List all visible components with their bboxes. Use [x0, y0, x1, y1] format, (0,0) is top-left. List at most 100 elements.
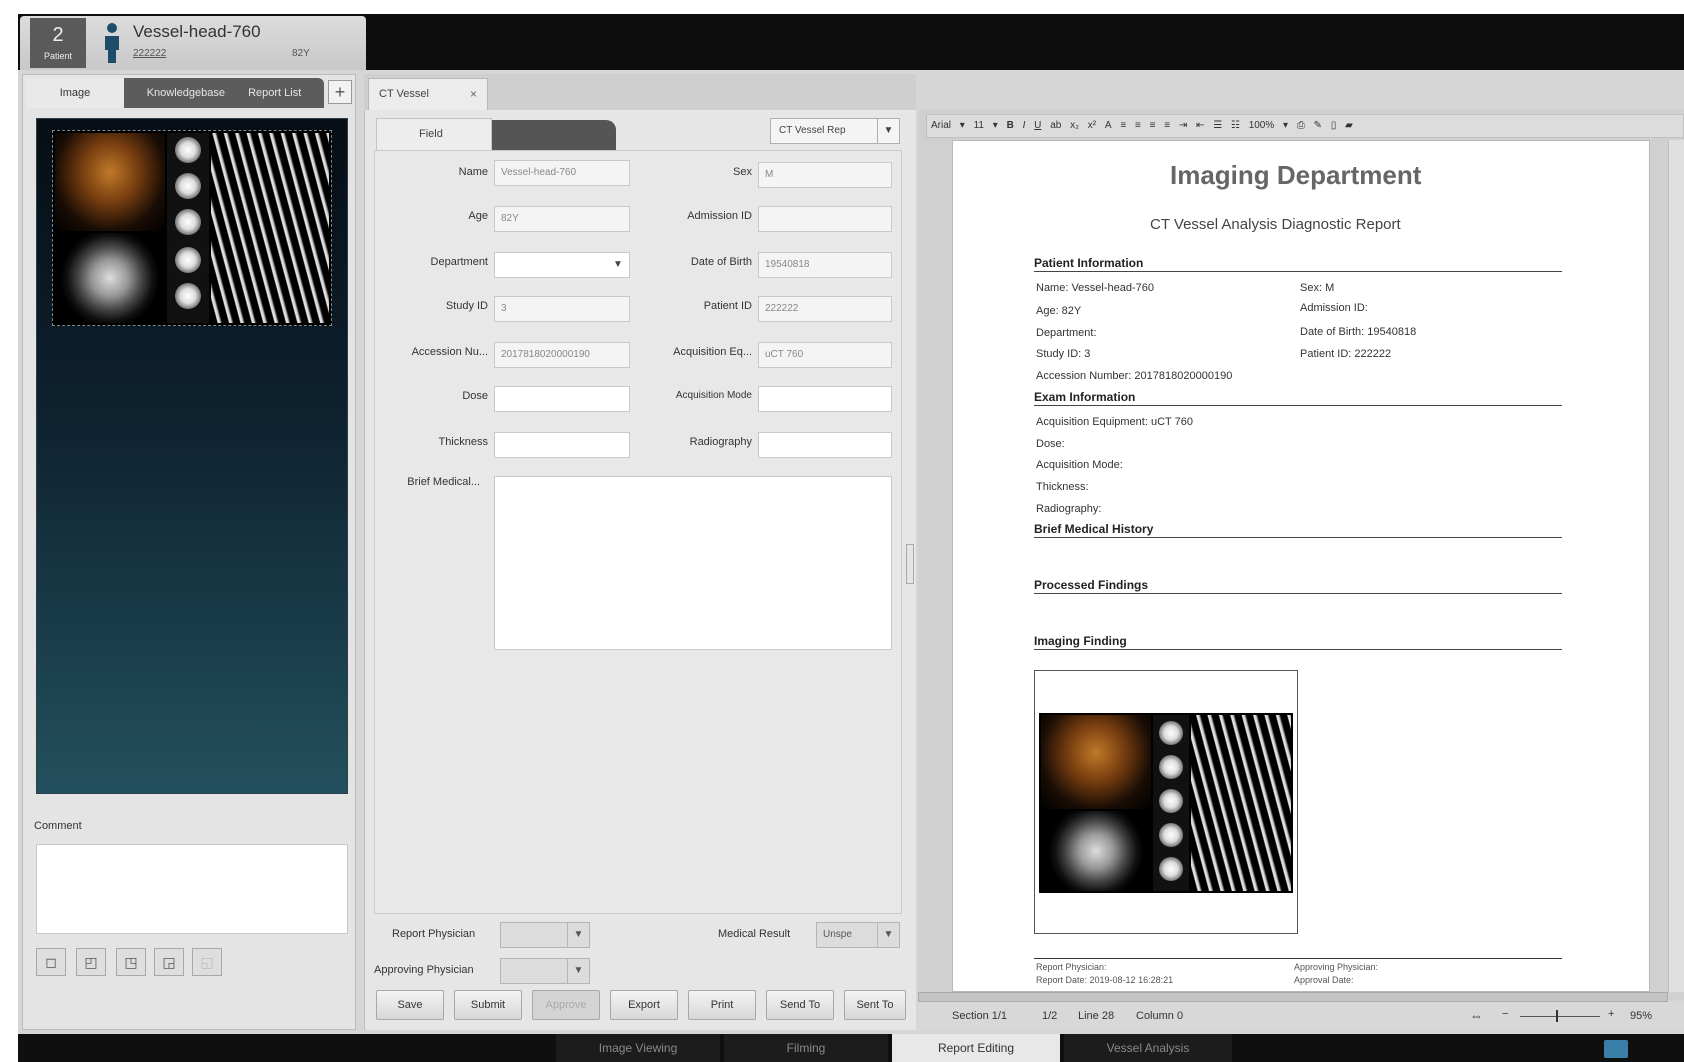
report-line: Thickness:	[1036, 481, 1089, 493]
sent-to-button[interactable]: Sent To	[844, 990, 906, 1020]
image-thumbnail[interactable]	[52, 130, 332, 326]
curved-reformat-image	[1191, 715, 1291, 891]
chevron-down-icon[interactable]: ▾	[993, 115, 998, 137]
align-right-icon[interactable]: ≡	[1150, 115, 1156, 137]
folder-icon[interactable]: ▰	[1345, 115, 1353, 137]
chevron-down-icon: ▼	[877, 923, 899, 947]
tab-knowledgebase[interactable]: Knowledgebase	[147, 78, 225, 108]
radiography-field[interactable]	[758, 432, 892, 458]
fit-width-icon[interactable]: ⇔	[1470, 1008, 1483, 1023]
underline-icon[interactable]: U	[1034, 115, 1041, 137]
tab-secondary[interactable]	[492, 120, 616, 150]
bullet-list-icon[interactable]: ☰	[1213, 115, 1222, 137]
admission-id-field[interactable]	[758, 206, 892, 232]
layout-3-icon[interactable]: ◳	[116, 948, 146, 976]
date-of-birth-field[interactable]: 19540818	[758, 252, 892, 278]
monitor-icon[interactable]	[1604, 1040, 1628, 1058]
bold-icon[interactable]: B	[1007, 115, 1014, 137]
report-line: Acquisition Equipment: uCT 760	[1036, 416, 1193, 428]
zoom-out-icon[interactable]: −	[1502, 1008, 1508, 1020]
numbered-list-icon[interactable]: ☷	[1231, 115, 1240, 137]
chevron-down-icon[interactable]: ▾	[1283, 115, 1288, 137]
acquisition-equipment-label: Acquisition Eq...	[673, 346, 752, 358]
font-select[interactable]: Arial	[931, 115, 951, 137]
brief-history-textarea[interactable]	[494, 476, 892, 650]
dose-field[interactable]	[494, 386, 630, 412]
justify-icon[interactable]: ≡	[1164, 115, 1170, 137]
report-physician-select[interactable]: ▼	[500, 922, 590, 948]
export-button[interactable]: Export	[610, 990, 678, 1020]
report-image[interactable]	[1034, 670, 1298, 934]
report-line: Sex: M	[1300, 282, 1335, 294]
submit-button[interactable]: Submit	[454, 990, 522, 1020]
section-imaging-finding: Imaging Finding	[1034, 634, 1562, 650]
print-icon[interactable]: ⎙	[1297, 115, 1305, 137]
italic-icon[interactable]: I	[1023, 115, 1026, 137]
tab-filming[interactable]: Filming	[724, 1034, 888, 1062]
tab-image[interactable]: Image	[26, 78, 124, 108]
study-id-field[interactable]: 3	[494, 296, 630, 322]
print-button[interactable]: Print	[688, 990, 756, 1020]
patient-count-label: Patient	[43, 51, 73, 61]
radiography-label: Radiography	[689, 436, 752, 448]
tab-vessel-analysis[interactable]: Vessel Analysis	[1064, 1034, 1232, 1062]
font-size-select[interactable]: 11	[974, 115, 984, 137]
acquisition-mode-field[interactable]	[758, 386, 892, 412]
font-color-icon[interactable]: A	[1105, 115, 1112, 137]
tab-image-viewing[interactable]: Image Viewing	[556, 1034, 720, 1062]
superscript-icon[interactable]: x²	[1088, 115, 1096, 137]
report-line: Date of Birth: 19540818	[1300, 326, 1417, 338]
tab-report-editing[interactable]: Report Editing	[892, 1034, 1060, 1062]
cross-section-strip	[167, 133, 209, 323]
report-line: Dose:	[1036, 438, 1065, 450]
name-field[interactable]: Vessel-head-760	[494, 160, 630, 186]
panel-splitter[interactable]	[906, 544, 914, 584]
subscript-icon[interactable]: x₂	[1070, 115, 1079, 137]
send-to-button[interactable]: Send To	[766, 990, 834, 1020]
tab-field[interactable]: Field	[376, 118, 492, 150]
strikethrough-icon[interactable]: ab	[1050, 115, 1061, 137]
outdent-icon[interactable]: ⇤	[1196, 115, 1204, 137]
zoom-select[interactable]: 100%	[1249, 115, 1275, 137]
align-center-icon[interactable]: ≡	[1135, 115, 1141, 137]
pen-icon[interactable]: ✎	[1314, 115, 1322, 137]
thickness-field[interactable]	[494, 432, 630, 458]
accession-number-field[interactable]: 2017818020000190	[494, 342, 630, 368]
vertical-scrollbar[interactable]	[1668, 140, 1684, 992]
horizontal-scrollbar[interactable]	[918, 992, 1668, 1002]
acquisition-equipment-field[interactable]: uCT 760	[758, 342, 892, 368]
layout-2-icon[interactable]: ◰	[76, 948, 106, 976]
tab-report-list[interactable]: Report List	[248, 78, 301, 108]
patient-id-field[interactable]: 222222	[758, 296, 892, 322]
status-section: Section 1/1	[952, 1010, 1008, 1022]
template-select[interactable]: CT Vessel Rep ▼	[770, 118, 900, 144]
date-of-birth-label: Date of Birth	[690, 256, 752, 268]
chevron-down-icon[interactable]: ▾	[960, 115, 965, 137]
comment-textarea[interactable]	[36, 844, 348, 934]
sex-field[interactable]: M	[758, 162, 892, 188]
layout-1-icon[interactable]: ◻	[36, 948, 66, 976]
section-exam-info: Exam Information	[1034, 390, 1562, 406]
close-icon[interactable]: ×	[470, 79, 477, 109]
add-tab-button[interactable]: +	[328, 80, 352, 104]
layout-4-icon[interactable]: ◲	[154, 948, 184, 976]
layout-5-icon[interactable]: ◱	[192, 948, 222, 976]
zoom-slider[interactable]	[1520, 1016, 1600, 1017]
approve-button[interactable]: Approve	[532, 990, 600, 1020]
age-field[interactable]: 82Y	[494, 206, 630, 232]
zoom-slider-thumb[interactable]	[1556, 1010, 1558, 1022]
medical-result-select[interactable]: Unspe ▼	[816, 922, 900, 948]
page-icon[interactable]: ▯	[1331, 115, 1337, 137]
approving-physician-select[interactable]: ▼	[500, 958, 590, 984]
editor-status-bar: Section 1/1 1/2 Line 28 Column 0 ⇔ − + 9…	[918, 1002, 1684, 1030]
department-select[interactable]: ▼	[494, 252, 630, 278]
patient-id-label: Patient ID	[703, 300, 752, 312]
curved-reformat-image	[211, 133, 329, 323]
patient-count-badge[interactable]: 2 Patient	[30, 18, 86, 68]
tab-ct-vessel[interactable]: CT Vessel ×	[368, 78, 488, 110]
indent-icon[interactable]: ⇥	[1179, 115, 1187, 137]
zoom-in-icon[interactable]: +	[1608, 1008, 1614, 1020]
name-label: Name	[458, 166, 488, 178]
save-button[interactable]: Save	[376, 990, 444, 1020]
align-left-icon[interactable]: ≡	[1120, 115, 1126, 137]
